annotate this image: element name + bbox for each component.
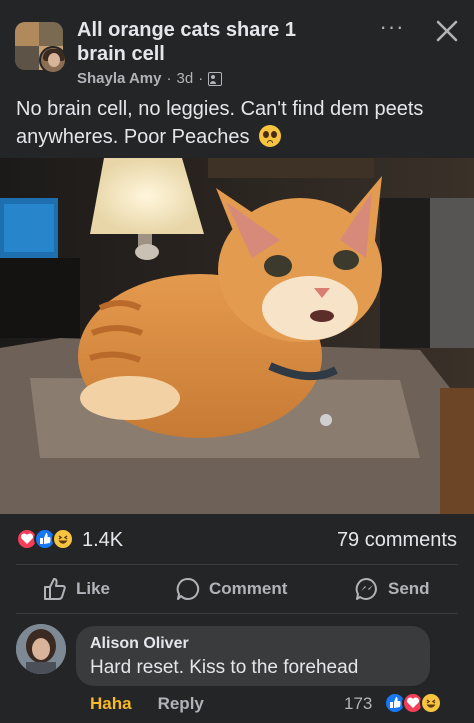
meta-separator: ·: [166, 70, 172, 87]
comment-actions: Haha Reply: [90, 694, 204, 714]
post-body: No brain cell, no leggies. Can't find de…: [16, 98, 424, 148]
comment-reaction-icons[interactable]: [384, 692, 446, 716]
post-meta: Shayla Amy · 3d ·: [77, 70, 223, 87]
send-button[interactable]: Send: [354, 570, 430, 608]
comment-label: Comment: [209, 579, 288, 598]
send-label: Send: [388, 579, 430, 598]
author-name-link[interactable]: Shayla Amy: [77, 70, 162, 87]
like-button[interactable]: Like: [42, 570, 110, 608]
reaction-icons: [16, 528, 78, 552]
comment-haha-button[interactable]: Haha: [90, 694, 132, 714]
post-text: No brain cell, no leggies. Can't find de…: [16, 95, 456, 151]
reaction-count[interactable]: 1.4K: [82, 529, 123, 552]
messenger-send-icon: [355, 577, 377, 600]
group-name-link[interactable]: All orange cats share 1 brain cell: [77, 18, 337, 66]
post-actions: Like Comment Send: [0, 570, 474, 608]
comment-bubble[interactable]: Alison Oliver Hard reset. Kiss to the fo…: [76, 626, 430, 686]
more-options-button[interactable]: ···: [374, 16, 410, 44]
comment-icon: [176, 577, 200, 600]
like-label: Like: [76, 579, 111, 598]
post-photo[interactable]: [0, 158, 474, 514]
haha-reaction-icon: [52, 528, 74, 550]
pleading-face-emoji: [259, 125, 282, 147]
commenter-avatar[interactable]: [16, 624, 66, 674]
post-header: All orange cats share 1 brain cell Shayl…: [0, 0, 474, 92]
meta-separator: ·: [198, 70, 204, 87]
divider: [16, 613, 458, 614]
comment-reply-button[interactable]: Reply: [158, 694, 204, 714]
haha-reaction-icon: [420, 692, 442, 714]
more-icon: ···: [379, 14, 405, 39]
commenter-name-link[interactable]: Alison Oliver: [90, 635, 189, 653]
post-age[interactable]: 3d: [177, 70, 194, 87]
reactions-bar[interactable]: 1.4K 79 comments: [0, 522, 474, 558]
like-icon: [44, 577, 66, 600]
comment-button[interactable]: Comment: [175, 570, 287, 608]
author-avatar[interactable]: [39, 46, 67, 74]
divider: [16, 564, 458, 565]
close-button[interactable]: [430, 14, 464, 48]
cat-photo: [0, 158, 474, 514]
comment-reaction-count[interactable]: 173: [344, 694, 372, 714]
privacy-group-icon: [208, 71, 223, 86]
comment-text: Hard reset. Kiss to the forehead: [90, 657, 359, 678]
close-icon: [436, 20, 458, 42]
comment-count-link[interactable]: 79 comments: [337, 529, 457, 552]
